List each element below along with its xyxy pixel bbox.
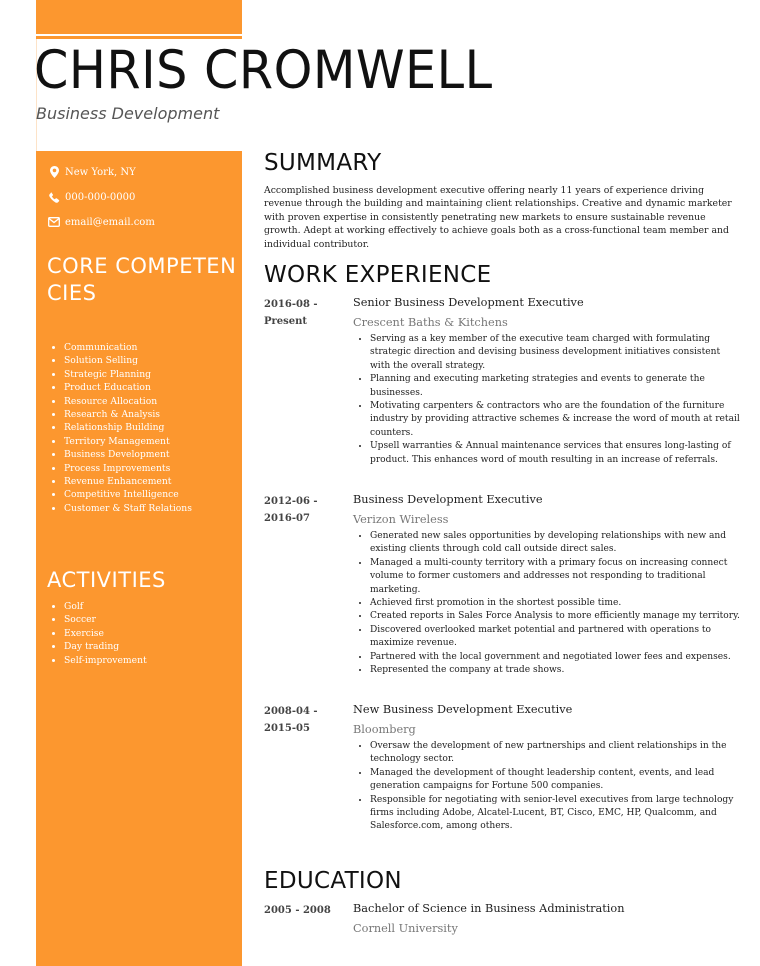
activities-list: Golf Soccer Exercise Day trading Self-im…: [46, 600, 147, 667]
contact-email-text: email@email.com: [65, 216, 155, 228]
job-company: Bloomberg: [353, 723, 416, 736]
job-date-start: 2012-06 -: [264, 496, 318, 507]
list-item: Responsible for negotiating with senior-…: [370, 794, 742, 834]
list-item: Solution Selling: [64, 354, 192, 367]
competencies-list: Communication Solution Selling Strategic…: [46, 341, 192, 515]
phone-icon: [48, 191, 60, 203]
job-dates: 2016-08 - Present: [264, 296, 344, 330]
list-item: Partnered with the local government and …: [370, 651, 742, 664]
list-item: Represented the company at trade shows.: [370, 664, 742, 677]
job-bullets: Oversaw the development of new partnersh…: [353, 740, 742, 834]
list-item: Customer & Staff Relations: [64, 502, 192, 515]
summary-text: Accomplished business development execut…: [264, 185, 732, 250]
job-date-start: 2008-04 -: [264, 706, 318, 717]
list-item: Relationship Building: [64, 421, 192, 434]
list-item: Strategic Planning: [64, 368, 192, 381]
list-item: Exercise: [64, 627, 147, 640]
list-item: Territory Management: [64, 435, 192, 448]
map-pin-icon: [48, 166, 60, 178]
job-date-end: Present: [264, 316, 308, 327]
job-title: Business Development Executive: [353, 493, 543, 506]
list-item: Oversaw the development of new partnersh…: [370, 740, 742, 767]
education-dates: 2005 - 2008: [264, 905, 331, 916]
contact-phone-text: 000-000-0000: [65, 191, 136, 203]
contact-email: email@email.com: [48, 216, 155, 228]
list-item: Generated new sales opportunities by dev…: [370, 530, 742, 557]
list-item: Golf: [64, 600, 147, 613]
contact-location: New York, NY: [48, 166, 136, 178]
experience-heading: WORK EXPERIENCE: [264, 262, 492, 288]
list-item: Self-improvement: [64, 654, 147, 667]
job-dates: 2008-04 - 2015-05: [264, 703, 344, 737]
list-item: Serving as a key member of the executive…: [370, 333, 742, 373]
education-heading: EDUCATION: [264, 868, 402, 894]
sidebar-accent-line: [36, 36, 242, 39]
activities-heading: ACTIVITIES: [47, 568, 166, 592]
list-item: Research & Analysis: [64, 408, 192, 421]
summary-heading: SUMMARY: [264, 150, 382, 176]
candidate-role: Business Development: [36, 104, 220, 123]
job-date-end: 2015-05: [264, 723, 310, 734]
list-item: Communication: [64, 341, 192, 354]
list-item: Managed the development of thought leade…: [370, 767, 742, 794]
list-item: Planning and executing marketing strateg…: [370, 373, 742, 400]
job-company: Verizon Wireless: [353, 513, 449, 526]
list-item: Motivating carpenters & contractors who …: [370, 400, 742, 440]
job-title: Senior Business Development Executive: [353, 296, 584, 309]
list-item: Process Improvements: [64, 462, 192, 475]
competencies-heading: CORE COMPETENCIES: [47, 254, 237, 305]
list-item: Managed a multi-county territory with a …: [370, 557, 742, 597]
job-dates: 2012-06 - 2016-07: [264, 493, 344, 527]
list-item: Soccer: [64, 613, 147, 626]
job-date-end: 2016-07: [264, 513, 310, 524]
list-item: Upsell warranties & Annual maintenance s…: [370, 440, 742, 467]
list-item: Product Education: [64, 381, 192, 394]
list-item: Competitive Intelligence: [64, 488, 192, 501]
list-item: Business Development: [64, 448, 192, 461]
contact-location-text: New York, NY: [65, 166, 136, 178]
list-item: Revenue Enhancement: [64, 475, 192, 488]
job-bullets: Generated new sales opportunities by dev…: [353, 530, 742, 677]
list-item: Created reports in Sales Force Analysis …: [370, 610, 742, 623]
list-item: Achieved first promotion in the shortest…: [370, 597, 742, 610]
job-company: Crescent Baths & Kitchens: [353, 316, 508, 329]
education-degree: Bachelor of Science in Business Administ…: [353, 902, 625, 915]
envelope-icon: [48, 216, 60, 228]
job-bullets: Serving as a key member of the executive…: [353, 333, 742, 467]
list-item: Day trading: [64, 640, 147, 653]
job-title: New Business Development Executive: [353, 703, 573, 716]
contact-phone: 000-000-0000: [48, 191, 135, 203]
list-item: Resource Allocation: [64, 395, 192, 408]
list-item: Discovered overlooked market potential a…: [370, 624, 742, 651]
sidebar: New York, NY 000-000-0000 email@email.co…: [36, 151, 242, 966]
job-date-start: 2016-08 -: [264, 299, 318, 310]
sidebar-top-accent: [36, 0, 242, 34]
candidate-name: CHRIS CROMWELL: [34, 40, 493, 101]
education-school: Cornell University: [353, 922, 458, 935]
